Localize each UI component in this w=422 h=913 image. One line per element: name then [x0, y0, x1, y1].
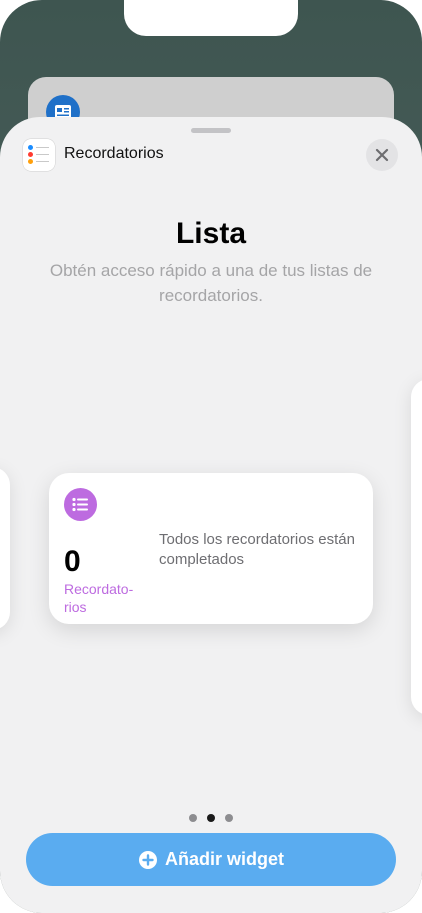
close-icon — [375, 148, 389, 162]
widget-type-title: Lista — [175, 217, 247, 250]
page-dot-2[interactable] — [207, 814, 215, 822]
reminder-count: 0 — [64, 545, 81, 578]
page-dot-3[interactable] — [225, 814, 233, 822]
page-indicator[interactable] — [0, 809, 422, 822]
device-notch — [124, 0, 298, 36]
app-name: Recordatorios — [64, 145, 164, 162]
sheet-grabber[interactable] — [191, 128, 231, 133]
plus-circle-icon — [139, 851, 157, 869]
next-widget-preview[interactable] — [411, 379, 422, 715]
list-name: Recordato-rios — [64, 581, 134, 615]
close-button[interactable] — [366, 139, 398, 171]
previous-widget-preview[interactable] — [0, 467, 10, 630]
page-dot-1[interactable] — [189, 814, 197, 822]
list-icon — [64, 488, 97, 521]
widget-gallery-sheet: Recordatorios Lista Obtén acceso rápido … — [0, 117, 422, 913]
completion-message: Todos los recordatorios están completado… — [159, 531, 355, 568]
widget-type-description: Obtén acceso rápido a una de tus listas … — [49, 261, 373, 305]
add-widget-label: Añadir widget — [165, 849, 285, 869]
add-widget-button[interactable]: Añadir widget — [26, 833, 396, 886]
reminders-app-icon — [23, 139, 55, 171]
list-widget-preview[interactable]: 0 Recordato-rios Todos los recordatorios… — [49, 473, 373, 624]
